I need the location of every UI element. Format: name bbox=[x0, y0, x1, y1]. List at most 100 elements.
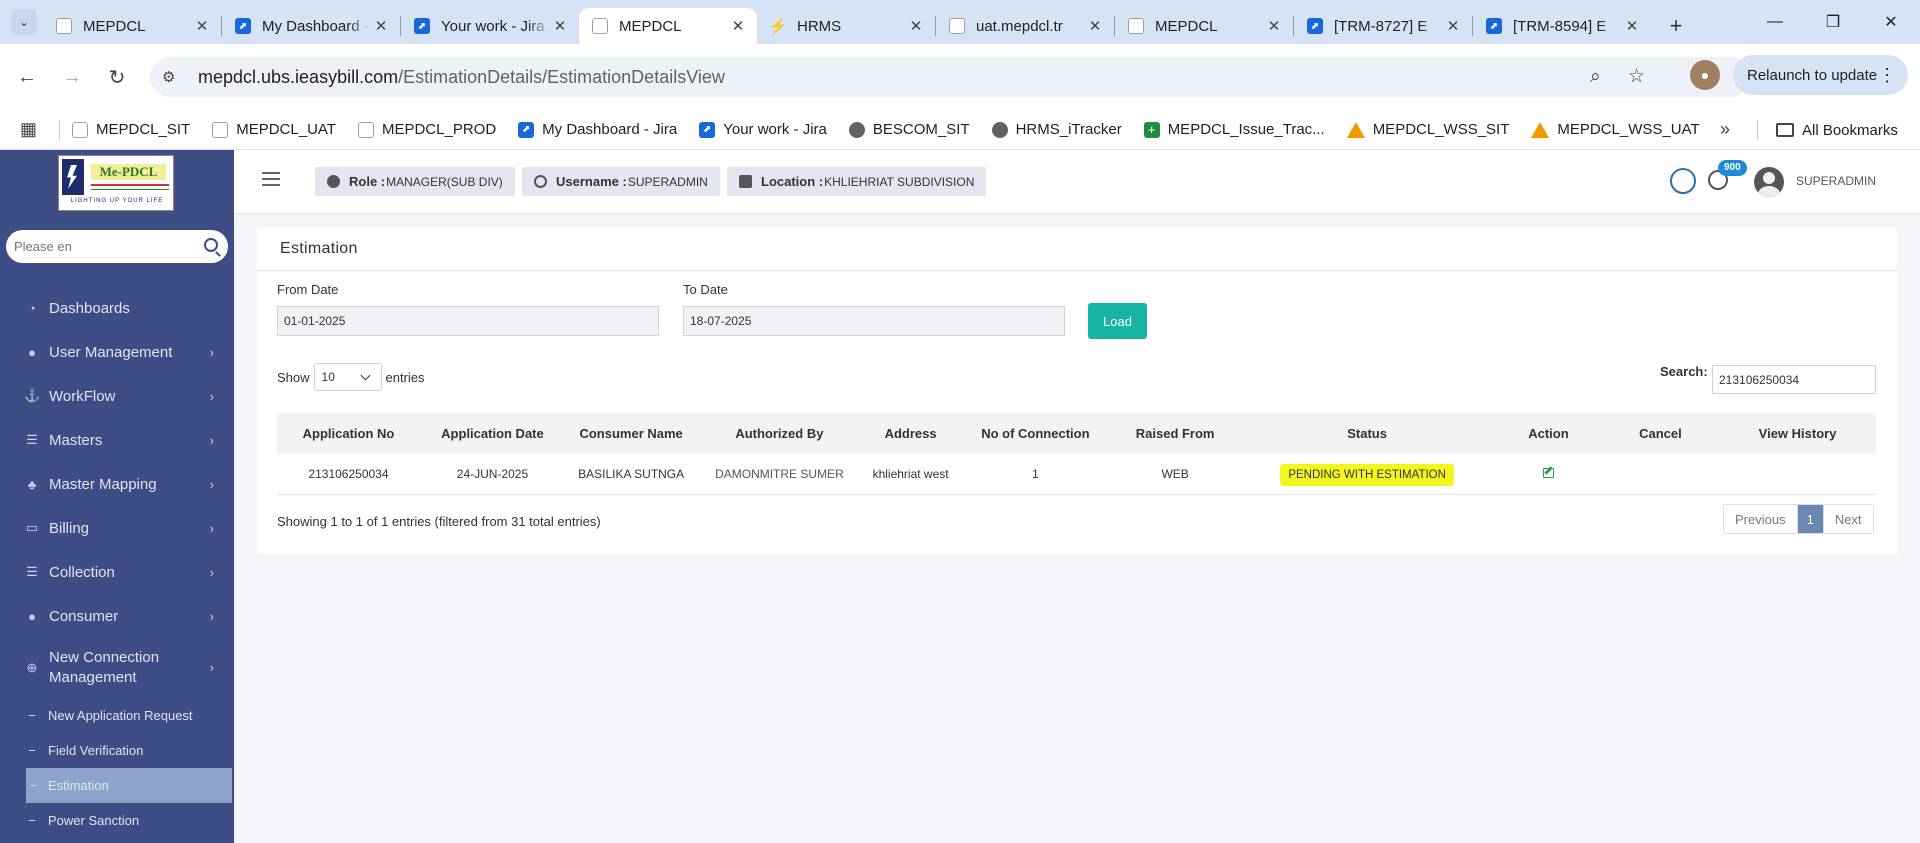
close-icon[interactable]: ✕ bbox=[193, 17, 211, 35]
column-header[interactable]: Raised From bbox=[1111, 413, 1240, 454]
bookmark-item[interactable]: ⬈ Your work - Jira bbox=[699, 121, 827, 138]
to-date-input[interactable] bbox=[683, 306, 1065, 336]
close-icon[interactable]: ✕ bbox=[1086, 17, 1104, 35]
sidebar-item-label: Consumer bbox=[49, 607, 119, 625]
sidebar-item-masters[interactable]: ☰ Masters › bbox=[0, 418, 234, 462]
tab-title: uat.mepdcl.tr bbox=[976, 17, 1063, 35]
sidebar-subitem-power-sanction[interactable]: Power Sanction bbox=[0, 803, 234, 838]
bookmark-item[interactable]: HRMS_iTracker bbox=[991, 121, 1122, 138]
close-icon[interactable]: ✕ bbox=[372, 17, 390, 35]
close-window-icon[interactable]: ✕ bbox=[1862, 0, 1920, 44]
search-icon[interactable] bbox=[204, 238, 218, 252]
kebab-menu-icon[interactable]: ⋮ bbox=[1878, 65, 1896, 86]
sidebar-item-collection[interactable]: ☰ Collection › bbox=[0, 550, 234, 594]
column-header[interactable]: Consumer Name bbox=[565, 413, 698, 454]
close-icon[interactable]: ✕ bbox=[1265, 17, 1283, 35]
bookmark-item[interactable]: MEPDCL_UAT bbox=[212, 121, 336, 138]
sidebar-subitem-new-application-request[interactable]: New Application Request bbox=[0, 698, 234, 733]
previous-page-button[interactable]: Previous bbox=[1724, 505, 1798, 533]
column-header[interactable]: Cancel bbox=[1601, 413, 1720, 454]
column-header[interactable]: Authorized By bbox=[697, 413, 862, 454]
site-info-icon[interactable]: ⚙ bbox=[162, 68, 184, 86]
table-header-row: Application No Application Date Consumer N… bbox=[277, 413, 1876, 454]
url-text[interactable]: mepdcl.ubs.ieasybill.com/EstimationDetai… bbox=[198, 67, 725, 88]
apps-grid-icon[interactable]: ▦ bbox=[20, 119, 37, 140]
load-button[interactable]: Load bbox=[1088, 303, 1147, 339]
tab-title: HRMS bbox=[797, 17, 842, 35]
support-agent-icon[interactable] bbox=[1670, 168, 1696, 194]
zoom-icon[interactable]: ⌕ bbox=[1590, 66, 1601, 88]
bookmark-label: MEPDCL_PROD bbox=[381, 121, 497, 138]
table-search-input[interactable] bbox=[1712, 365, 1876, 394]
address-bar[interactable]: ⚙ mepdcl.ubs.ieasybill.com/EstimationDet… bbox=[150, 57, 1750, 97]
avatar[interactable] bbox=[1754, 167, 1784, 197]
forward-button[interactable]: → bbox=[54, 59, 90, 95]
cell-view-history bbox=[1719, 454, 1876, 495]
browser-tab[interactable]: MEPDCL ✕ bbox=[1115, 8, 1293, 44]
column-header[interactable]: No of Connection bbox=[959, 413, 1112, 454]
sidebar-item-label: WorkFlow bbox=[49, 387, 116, 405]
hamburger-menu-icon[interactable] bbox=[262, 172, 280, 186]
page-1-button[interactable]: 1 bbox=[1797, 505, 1823, 533]
bookmark-item[interactable]: ⬈ My Dashboard - Jira bbox=[518, 121, 677, 138]
browser-tab[interactable]: MEPDCL ✕ bbox=[43, 8, 221, 44]
reload-button[interactable]: ↻ bbox=[99, 59, 135, 95]
all-bookmarks-button[interactable]: All Bookmarks bbox=[1776, 110, 1898, 150]
doc-favicon-icon bbox=[1128, 18, 1144, 34]
minimize-icon[interactable]: — bbox=[1746, 0, 1804, 44]
sidebar-item-master-mapping[interactable]: ♣ Master Mapping › bbox=[0, 462, 234, 506]
bookmark-item[interactable]: BESCOM_SIT bbox=[848, 121, 970, 138]
browser-tab[interactable]: uat.mepdcl.tr ✕ bbox=[936, 8, 1114, 44]
browser-tab[interactable]: ⬈ Your work - Jira ✕ bbox=[401, 8, 579, 44]
close-icon[interactable]: ✕ bbox=[551, 17, 569, 35]
mepdcl-logo[interactable]: Me-PDCL LIGHTING UP YOUR LIFE bbox=[58, 155, 174, 211]
close-icon[interactable]: ✕ bbox=[1623, 17, 1641, 35]
bookmarks-overflow-icon[interactable]: » bbox=[1720, 119, 1730, 140]
sidebar-item-workflow[interactable]: ⚓ WorkFlow › bbox=[0, 374, 234, 418]
bookmark-star-icon[interactable]: ☆ bbox=[1628, 65, 1645, 88]
browser-tab[interactable]: ⚡ HRMS ✕ bbox=[757, 8, 935, 44]
bookmark-item[interactable]: MEPDCL_WSS_UAT bbox=[1531, 121, 1700, 138]
browser-tab[interactable]: ⬈ My Dashboard - Jira✕ bbox=[222, 8, 400, 44]
status-badge: PENDING WITH ESTIMATION bbox=[1280, 463, 1454, 486]
table-row[interactable]: 213106250034 24-JUN-2025 BASILIKA SUTNGA DA… bbox=[277, 454, 1876, 495]
logo-tagline: LIGHTING UP YOUR LIFE bbox=[70, 198, 164, 204]
new-tab-button[interactable]: + bbox=[1661, 8, 1691, 44]
browser-profile-avatar[interactable]: ● bbox=[1690, 60, 1720, 90]
browser-tab[interactable]: MEPDCL ✕ bbox=[579, 8, 757, 44]
column-header[interactable]: Status bbox=[1239, 413, 1496, 454]
page-size-select[interactable]: 10 bbox=[313, 363, 382, 391]
column-header[interactable]: Application Date bbox=[419, 413, 565, 454]
bookmark-item[interactable]: MEPDCL_SIT bbox=[72, 121, 190, 138]
bookmark-item[interactable]: MEPDCL_PROD bbox=[357, 121, 497, 138]
sidebar-item-billing[interactable]: ▭ Billing › bbox=[0, 506, 234, 550]
relaunch-button[interactable]: Relaunch to update ⋮ bbox=[1733, 55, 1908, 95]
from-date-input[interactable] bbox=[277, 306, 659, 336]
bookmark-item[interactable]: + MEPDCL_Issue_Trac... bbox=[1143, 121, 1325, 138]
column-header[interactable]: Action bbox=[1495, 413, 1602, 454]
sidebar-subitem-field-verification[interactable]: Field Verification bbox=[0, 733, 234, 768]
tab-search-button[interactable]: ⌄ bbox=[11, 9, 37, 35]
browser-tab[interactable]: ⬈ [TRM-8727] E ✕ bbox=[1294, 8, 1472, 44]
back-button[interactable]: ← bbox=[9, 59, 45, 95]
app-header: Role : MANAGER(SUB DIV) Username : SUPERAD… bbox=[234, 150, 1920, 214]
header-username[interactable]: SUPERADMIN bbox=[1796, 174, 1876, 188]
sidebar-item-consumer[interactable]: ● Consumer › bbox=[0, 594, 234, 638]
browser-tab[interactable]: ⬈ [TRM-8594] E ✕ bbox=[1473, 8, 1651, 44]
sidebar-subitem-estimation[interactable]: Estimation bbox=[26, 768, 232, 803]
column-header[interactable]: Address bbox=[861, 413, 960, 454]
sidebar-item-dashboards[interactable]: ◔ Dashboards bbox=[0, 286, 234, 330]
close-icon[interactable]: ✕ bbox=[907, 17, 925, 35]
column-header[interactable]: View History bbox=[1719, 413, 1876, 454]
sidebar-search-input[interactable] bbox=[14, 239, 184, 254]
restore-icon[interactable]: ❐ bbox=[1804, 0, 1862, 44]
next-page-button[interactable]: Next bbox=[1822, 505, 1873, 533]
column-header[interactable]: Application No bbox=[277, 413, 420, 454]
bookmark-item[interactable]: MEPDCL_WSS_SIT bbox=[1346, 121, 1509, 138]
close-icon[interactable]: ✕ bbox=[729, 17, 747, 35]
sidebar-item-new-connection-management[interactable]: ⊕ New Connection Management › bbox=[0, 638, 234, 698]
edit-icon[interactable] bbox=[1542, 467, 1554, 478]
chevron-right-icon: › bbox=[209, 432, 214, 448]
close-icon[interactable]: ✕ bbox=[1444, 17, 1462, 35]
sidebar-item-user-management[interactable]: ● User Management › bbox=[0, 330, 234, 374]
